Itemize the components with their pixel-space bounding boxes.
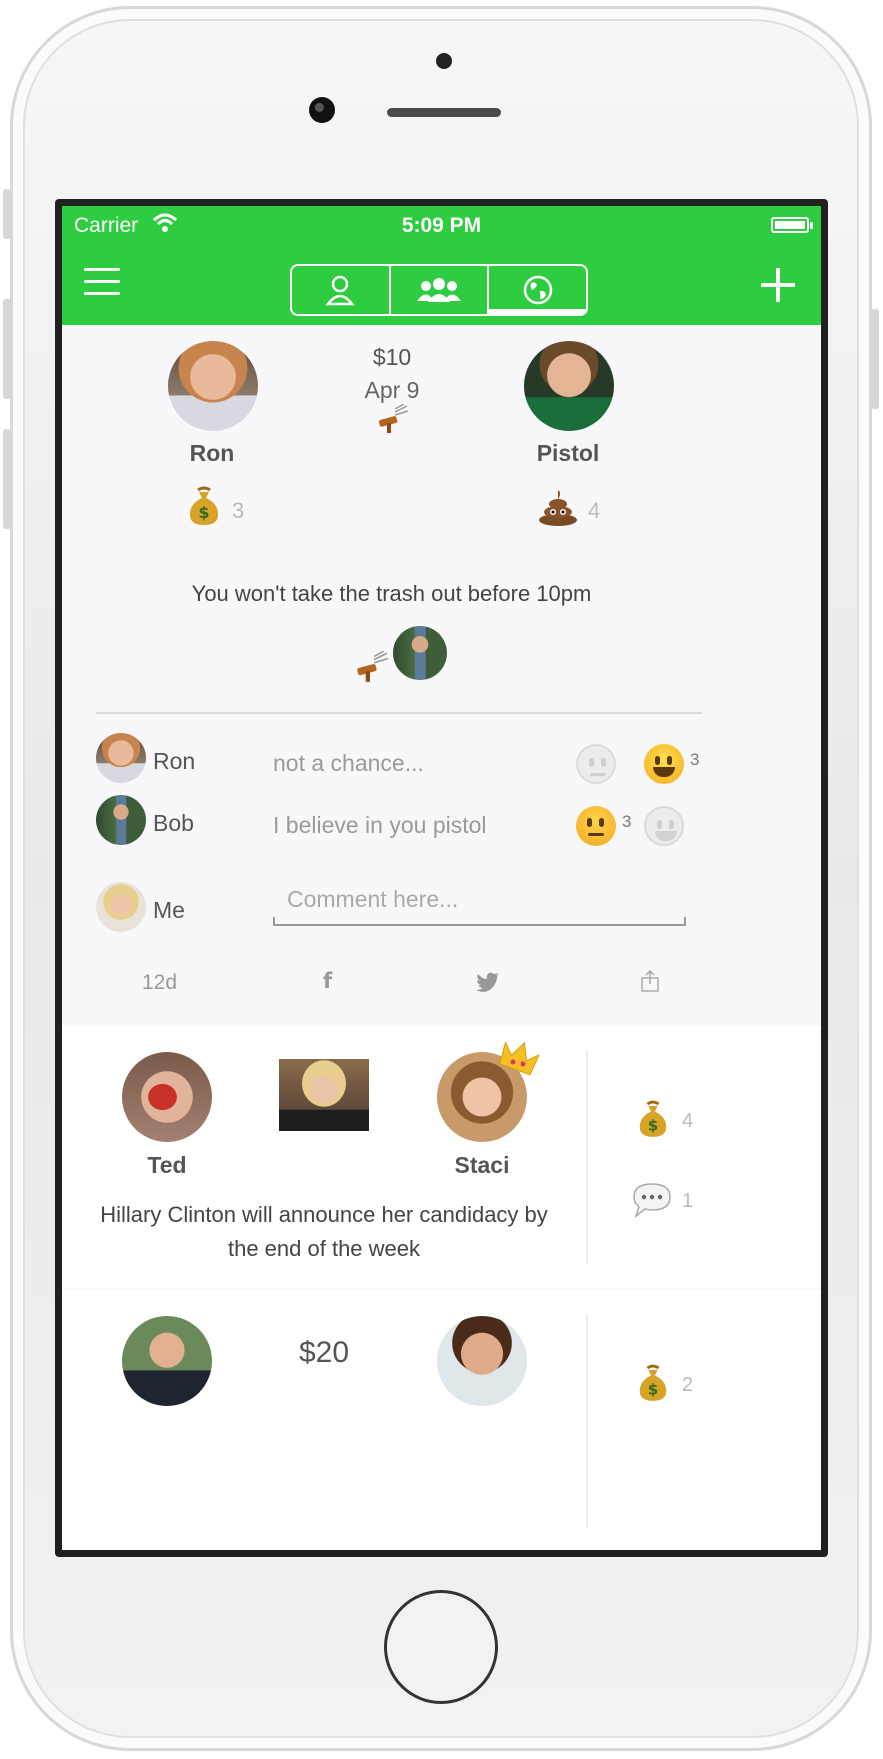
speech-bubble-icon[interactable] <box>632 1182 672 1218</box>
avatar-ron[interactable] <box>168 341 258 431</box>
share-icon[interactable] <box>641 970 659 992</box>
comment-field[interactable] <box>273 882 686 926</box>
left-reaction-count: 3 <box>232 498 245 523</box>
bet-amount: $10 <box>372 344 412 370</box>
bettor-left-name: Ted <box>147 1152 187 1178</box>
comment-text: I believe in you pistol <box>273 812 487 838</box>
agree-count: 3 <box>690 750 700 769</box>
comment-avatar-bob[interactable] <box>96 795 146 845</box>
gavel-icon <box>378 404 409 433</box>
subject-photo <box>279 1059 369 1131</box>
section-divider <box>96 712 702 714</box>
comment-author: Bob <box>153 810 194 836</box>
facebook-icon[interactable]: f <box>323 969 332 993</box>
power-button <box>871 309 879 409</box>
feed-segmented-control <box>290 264 588 316</box>
person-icon <box>325 275 355 306</box>
bet-age: 12d <box>142 971 178 994</box>
bettor-right-name: Staci <box>454 1152 510 1178</box>
card-separator <box>586 1050 588 1264</box>
disagree-face-icon[interactable] <box>576 806 616 846</box>
bet-amount: $20 <box>298 1336 350 1369</box>
comment-avatar-ron[interactable] <box>96 733 146 783</box>
bet-card[interactable]: Ted Staci Hillary Clinton will announce … <box>62 1026 821 1288</box>
me-label: Me <box>153 897 185 923</box>
judge-gavel-icon <box>357 651 389 682</box>
twitter-icon[interactable] <box>476 972 500 992</box>
proximity-sensor <box>436 53 452 69</box>
tab-personal[interactable] <box>292 266 391 314</box>
mute-switch <box>3 189 11 239</box>
screen: Carrier 5:09 PM Ron Pistol $10 Apr 9 $ 3… <box>55 199 828 1557</box>
bet-card[interactable]: $20 $ 2 <box>62 1290 821 1550</box>
crown-icon <box>499 1040 539 1076</box>
svg-text:$: $ <box>648 1380 658 1398</box>
home-button[interactable] <box>384 1590 498 1704</box>
disagree-face-icon[interactable] <box>576 744 616 784</box>
battery-tip <box>810 222 813 229</box>
plus-icon[interactable] <box>761 268 795 302</box>
comment-text: not a chance... <box>273 750 424 776</box>
avatar-bettor[interactable] <box>437 1316 527 1406</box>
clock: 5:09 PM <box>401 214 482 237</box>
bet-statement: Hillary Clinton will announce her candid… <box>100 1202 548 1261</box>
avatar-me <box>96 882 146 932</box>
app: Carrier 5:09 PM Ron Pistol $10 Apr 9 $ 3… <box>62 206 821 1550</box>
volume-down-button <box>3 429 11 529</box>
money-bag-icon[interactable]: $ <box>637 1364 669 1406</box>
comment-count: 1 <box>682 1190 694 1212</box>
avatar-bettor[interactable] <box>122 1316 212 1406</box>
money-count: 4 <box>682 1110 694 1132</box>
bet-date: Apr 9 <box>364 377 420 403</box>
tab-public[interactable] <box>489 266 586 314</box>
right-reaction-count: 4 <box>588 498 601 523</box>
status-bar: Carrier 5:09 PM <box>62 206 821 250</box>
disagree-count: 3 <box>622 812 632 831</box>
avatar-ted[interactable] <box>122 1052 212 1142</box>
comment-input[interactable] <box>273 882 686 917</box>
front-camera <box>309 97 335 123</box>
avatar-judge[interactable] <box>393 626 447 680</box>
volume-up-button <box>3 299 11 399</box>
card-separator <box>586 1314 588 1528</box>
agree-face-icon[interactable] <box>644 744 684 784</box>
nav-bar <box>62 250 821 325</box>
money-bag-icon[interactable]: $ <box>187 486 221 530</box>
money-bag-icon[interactable]: $ <box>637 1100 669 1142</box>
earpiece-speaker <box>387 108 501 117</box>
bettor-right-name: Pistol <box>536 440 600 466</box>
poop-icon[interactable] <box>538 490 578 530</box>
agree-face-icon[interactable] <box>644 806 684 846</box>
menu-icon[interactable] <box>84 268 120 298</box>
tab-friends[interactable] <box>391 266 490 314</box>
globe-icon <box>523 275 552 305</box>
group-icon <box>417 278 461 302</box>
avatar-pistol[interactable] <box>524 341 614 431</box>
comment-author: Ron <box>153 748 196 774</box>
svg-text:$: $ <box>648 1116 658 1134</box>
battery-icon <box>771 217 809 233</box>
bet-statement: You won't take the trash out before 10pm <box>191 581 592 606</box>
svg-text:$: $ <box>198 503 209 522</box>
bettor-left-name: Ron <box>189 440 235 466</box>
money-count: 2 <box>682 1374 694 1396</box>
